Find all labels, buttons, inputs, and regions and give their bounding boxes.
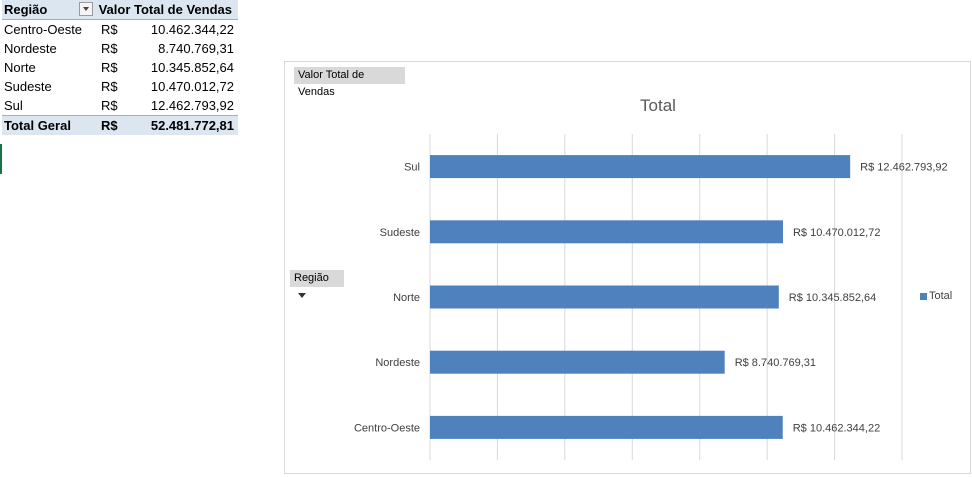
data-label: R$ 10.462.344,22 bbox=[793, 422, 880, 434]
data-label: R$ 8.740.769,31 bbox=[735, 357, 816, 369]
category-label: Centro-Oeste bbox=[354, 422, 420, 434]
chart-legend[interactable]: Total bbox=[920, 290, 952, 302]
category-label: Norte bbox=[393, 292, 420, 304]
legend-label: Total bbox=[929, 290, 953, 302]
legend-swatch bbox=[920, 292, 927, 300]
category-label: Nordeste bbox=[375, 357, 420, 369]
data-label: R$ 12.462.793,92 bbox=[860, 162, 947, 174]
category-label: Sul bbox=[404, 162, 420, 174]
bar[interactable] bbox=[430, 285, 779, 309]
data-label: R$ 10.345.852,64 bbox=[789, 292, 876, 304]
category-label: Sudeste bbox=[380, 227, 420, 239]
bar[interactable] bbox=[430, 220, 783, 244]
data-label: R$ 10.470.012,72 bbox=[793, 227, 880, 239]
bar-plot: Centro-Oeste R$ 10.462.344,22 Nordeste R$ 8… bbox=[354, 134, 948, 460]
bar[interactable] bbox=[430, 415, 783, 439]
bar[interactable] bbox=[430, 155, 851, 179]
bar[interactable] bbox=[430, 350, 725, 374]
